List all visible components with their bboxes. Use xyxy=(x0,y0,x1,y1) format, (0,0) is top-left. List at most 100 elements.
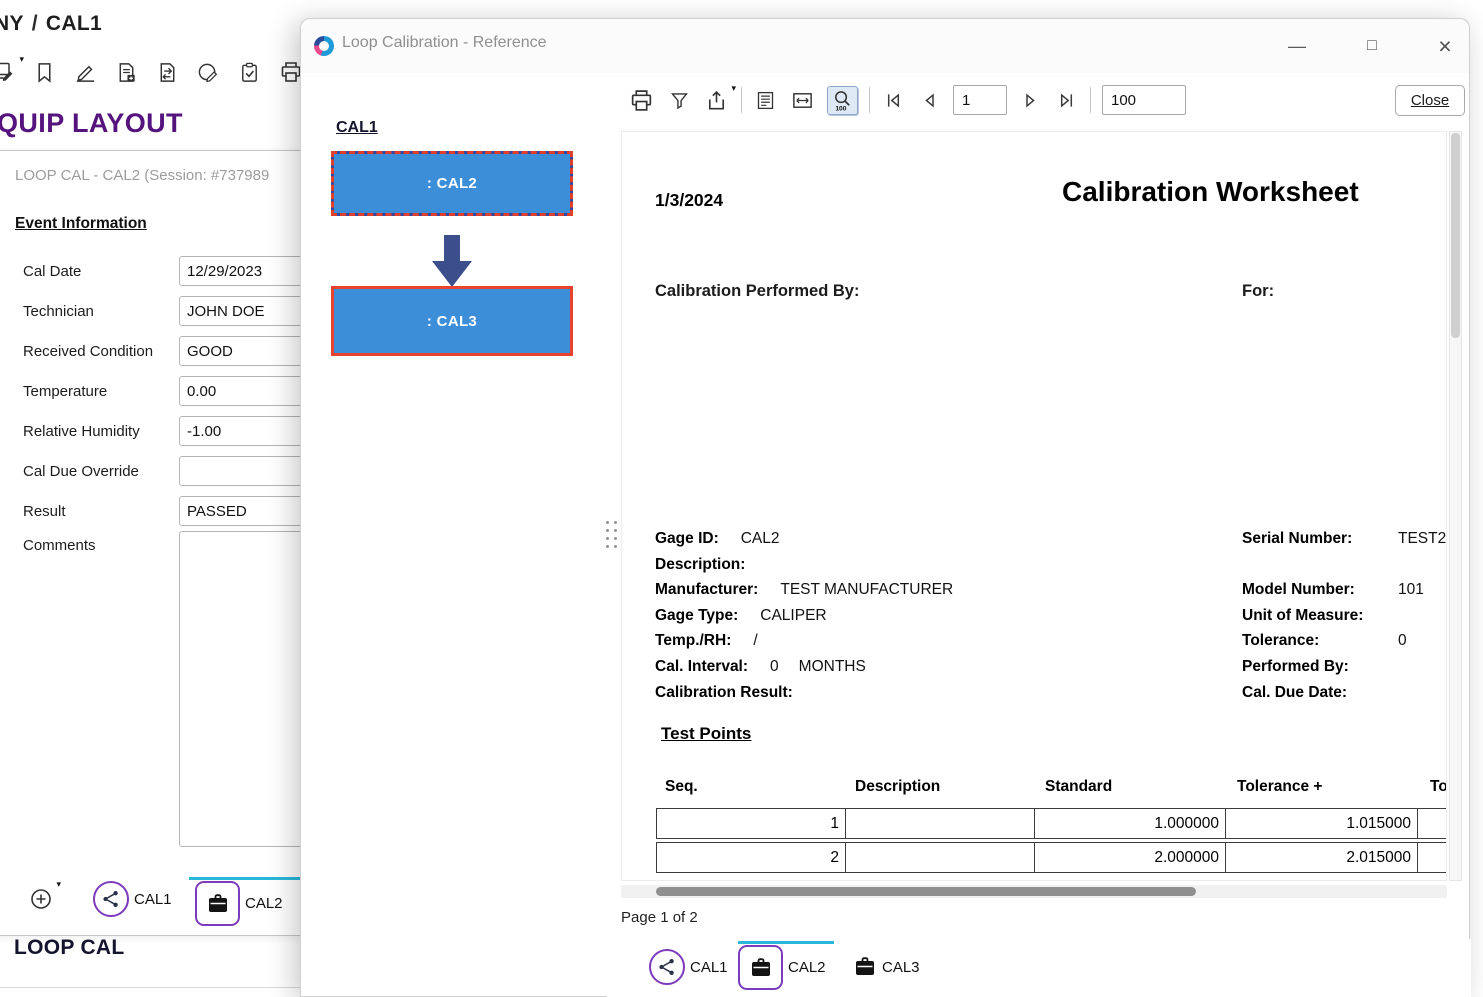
active-tab-indicator xyxy=(738,941,834,944)
active-tab-indicator xyxy=(189,877,311,880)
device-edit-icon-button[interactable]: ▾ xyxy=(0,58,18,86)
toolbar-separator xyxy=(741,87,742,113)
divider xyxy=(0,987,300,988)
zoom-100-button[interactable]: 100 xyxy=(827,86,858,115)
equipment-tab-bar: ▾ CAL1 CAL2 xyxy=(0,869,311,935)
breadcrumb-current[interactable]: CAL1 xyxy=(46,12,102,35)
arrow-down-icon xyxy=(429,235,475,287)
form-row: Temperature xyxy=(23,371,343,411)
tab-label: CAL2 xyxy=(788,959,826,976)
form-row: Result xyxy=(23,491,343,531)
column-header: To xyxy=(1421,778,1447,796)
document-transfer-icon-button[interactable] xyxy=(156,58,182,86)
section-title: Event Information xyxy=(15,215,147,233)
technician-label: Technician xyxy=(23,303,179,320)
clipboard-check-icon-button[interactable] xyxy=(238,58,264,86)
column-header: Description xyxy=(846,778,1036,796)
page-number-input[interactable] xyxy=(953,85,1007,115)
close-button[interactable]: Close xyxy=(1395,85,1465,116)
export-button[interactable]: ▾ xyxy=(703,87,730,114)
modal-titlebar: Loop Calibration - Reference — □ × xyxy=(301,19,1469,73)
equipment-tab-cal1[interactable]: CAL1 xyxy=(93,881,172,917)
toolbar-separator xyxy=(1090,87,1091,113)
detail-row: Description: xyxy=(622,556,1446,582)
for-label: For: xyxy=(1242,282,1274,301)
background-toolbar: ▾ xyxy=(0,58,305,86)
form-row: Cal Due Override xyxy=(23,451,343,491)
edit-note-icon-button[interactable] xyxy=(74,58,100,86)
column-header: Standard xyxy=(1036,778,1228,796)
loop-cal-panel: LOOP CAL - CAL2 (Session: #737989 Event … xyxy=(0,150,310,936)
diagram-node-cal3[interactable]: : CAL3 xyxy=(331,286,573,356)
tab-label: CAL2 xyxy=(245,895,283,912)
test-points-table: Seq. Description Standard Tolerance + To… xyxy=(656,774,1447,873)
vertical-scrollbar[interactable] xyxy=(1449,131,1462,881)
tab-label: CAL3 xyxy=(882,959,920,976)
relative-humidity-label: Relative Humidity xyxy=(23,423,179,440)
minimize-button[interactable]: — xyxy=(1281,31,1313,61)
horizontal-scrollbar[interactable] xyxy=(621,885,1447,898)
fit-width-button[interactable] xyxy=(789,87,816,114)
cal-due-override-label: Cal Due Override xyxy=(23,463,179,480)
text-view-button[interactable] xyxy=(753,88,778,113)
briefcase-icon xyxy=(738,945,783,990)
last-page-button[interactable] xyxy=(1054,88,1079,113)
maximize-button[interactable]: □ xyxy=(1356,31,1388,61)
breadcrumb: NY/CAL1 xyxy=(0,12,102,36)
detail-row: Gage Type:CALIPER Unit of Measure: xyxy=(622,607,1446,633)
modal-tab-cal2[interactable]: CAL2 xyxy=(738,945,826,990)
report-page: 1/3/2024 Calibration Worksheet Calibrati… xyxy=(621,131,1447,881)
svg-text:100: 100 xyxy=(835,105,846,111)
briefcase-icon xyxy=(853,955,877,979)
document-copy-icon-button[interactable] xyxy=(115,58,141,86)
table-row: 2 2.000000 2.015000 xyxy=(656,842,1447,873)
zoom-input[interactable] xyxy=(1102,85,1186,115)
diagram-root-cal1[interactable]: CAL1 xyxy=(336,119,378,137)
modal-equipment-tab-bar: CAL1 CAL2 CAL3 xyxy=(607,939,1471,997)
dropdown-caret-icon: ▾ xyxy=(19,54,24,65)
app-logo-icon xyxy=(314,36,334,56)
temperature-label: Temperature xyxy=(23,383,179,400)
form-row: Received Condition xyxy=(23,331,343,371)
column-header: Tolerance + xyxy=(1228,778,1421,796)
result-label: Result xyxy=(23,503,179,520)
filter-button[interactable] xyxy=(667,88,692,113)
form-row: Relative Humidity xyxy=(23,411,343,451)
equipment-tab-cal2[interactable]: CAL2 xyxy=(195,881,283,926)
detail-row: Gage ID:CAL2 Serial Number:TEST2 xyxy=(622,530,1446,556)
breadcrumb-root[interactable]: NY xyxy=(0,12,24,35)
share-icon xyxy=(93,881,129,917)
page-status: Page 1 of 2 xyxy=(621,909,698,926)
detail-row: Temp./RH:/ Tolerance:0 xyxy=(622,632,1446,658)
add-equipment-button[interactable]: ▾ xyxy=(29,885,57,913)
test-points-heading: Test Points xyxy=(661,724,751,744)
bookmark-icon-button[interactable] xyxy=(33,58,59,86)
table-row: 1 1.000000 1.015000 xyxy=(656,808,1447,839)
event-information-form: Cal Date Technician Received Condition T… xyxy=(23,251,343,571)
comments-label: Comments xyxy=(23,531,179,554)
table-header-row: Seq. Description Standard Tolerance + To xyxy=(656,774,1447,800)
print-button[interactable] xyxy=(627,86,656,115)
form-row: Cal Date xyxy=(23,251,343,291)
form-row: Technician xyxy=(23,291,343,331)
gage-details: Gage ID:CAL2 Serial Number:TEST2 Descrip… xyxy=(622,530,1446,709)
first-page-button[interactable] xyxy=(881,88,906,113)
report-title: Calibration Worksheet xyxy=(1062,176,1359,208)
form-row: Comments xyxy=(23,531,343,571)
prev-page-button[interactable] xyxy=(917,88,942,113)
received-condition-label: Received Condition xyxy=(23,343,179,360)
modal-tab-cal3[interactable]: CAL3 xyxy=(853,955,920,979)
horizontal-scrollbar-thumb[interactable] xyxy=(656,887,1196,896)
vertical-scrollbar-thumb[interactable] xyxy=(1451,133,1460,338)
diagram-node-cal2[interactable]: : CAL2 xyxy=(331,151,573,216)
tab-label: CAL1 xyxy=(134,891,172,908)
loop-calibration-modal: Loop Calibration - Reference — □ × CAL1 … xyxy=(300,18,1470,997)
share-icon xyxy=(649,949,685,985)
detail-row: Calibration Result: Cal. Due Date: xyxy=(622,684,1446,710)
loop-cal-heading: LOOP CAL xyxy=(14,936,125,960)
dropdown-caret-icon: ▾ xyxy=(56,879,61,890)
window-close-button[interactable]: × xyxy=(1429,31,1461,61)
modal-tab-cal1[interactable]: CAL1 xyxy=(649,949,728,985)
next-page-button[interactable] xyxy=(1018,88,1043,113)
certify-icon-button[interactable] xyxy=(197,58,223,86)
